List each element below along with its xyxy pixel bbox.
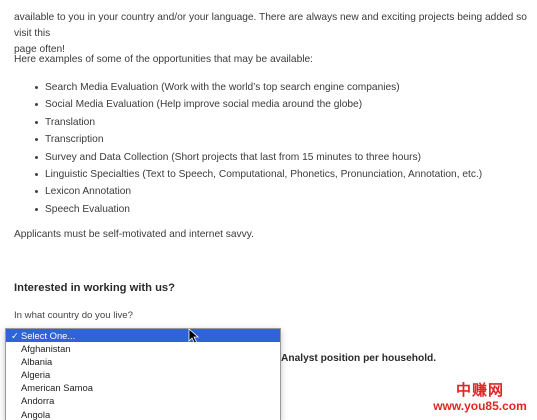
dropdown-option[interactable]: Andorra <box>6 394 280 407</box>
list-item: Speech Evaluation <box>14 201 529 218</box>
list-item: Linguistic Specialties (Text to Speech, … <box>14 166 529 183</box>
partial-bold-text: Analyst position per household. <box>281 353 437 364</box>
mouse-pointer-icon <box>188 328 200 344</box>
dropdown-option[interactable]: American Samoa <box>6 381 280 394</box>
list-item: Transcription <box>14 131 529 148</box>
opportunities-list: Search Media Evaluation (Work with the w… <box>14 79 529 218</box>
list-item: Search Media Evaluation (Work with the w… <box>14 79 529 96</box>
dropdown-option[interactable]: Algeria <box>6 368 280 381</box>
checkmark-icon: ✓ <box>11 330 19 341</box>
applicants-note: Applicants must be self-motivated and in… <box>14 229 254 240</box>
examples-intro-text: Here examples of some of the opportuniti… <box>14 54 313 65</box>
watermark: 中赚网 www.you85.com <box>430 382 530 414</box>
country-question-label: In what country do you live? <box>14 310 133 321</box>
intro-line-1: available to you in your country and/or … <box>14 12 527 39</box>
dropdown-option[interactable]: Angola <box>6 408 280 420</box>
watermark-chinese: 中赚网 <box>455 381 504 399</box>
list-item: Social Media Evaluation (Help improve so… <box>14 96 529 113</box>
dropdown-option[interactable]: Afghanistan <box>6 342 280 355</box>
list-item: Survey and Data Collection (Short projec… <box>14 149 529 166</box>
watermark-url: www.you85.com <box>433 399 527 413</box>
dropdown-option[interactable]: Albania <box>6 355 280 368</box>
section-heading: Interested in working with us? <box>14 282 175 294</box>
intro-paragraph: available to you in your country and/or … <box>14 10 529 58</box>
dropdown-option-label: Select One... <box>21 330 76 341</box>
list-item: Translation <box>14 114 529 131</box>
list-item: Lexicon Annotation <box>14 183 529 200</box>
dropdown-option-selected[interactable]: ✓ Select One... <box>6 329 280 343</box>
country-dropdown-list[interactable]: ✓ Select One... Afghanistan Albania Alger… <box>5 328 281 420</box>
